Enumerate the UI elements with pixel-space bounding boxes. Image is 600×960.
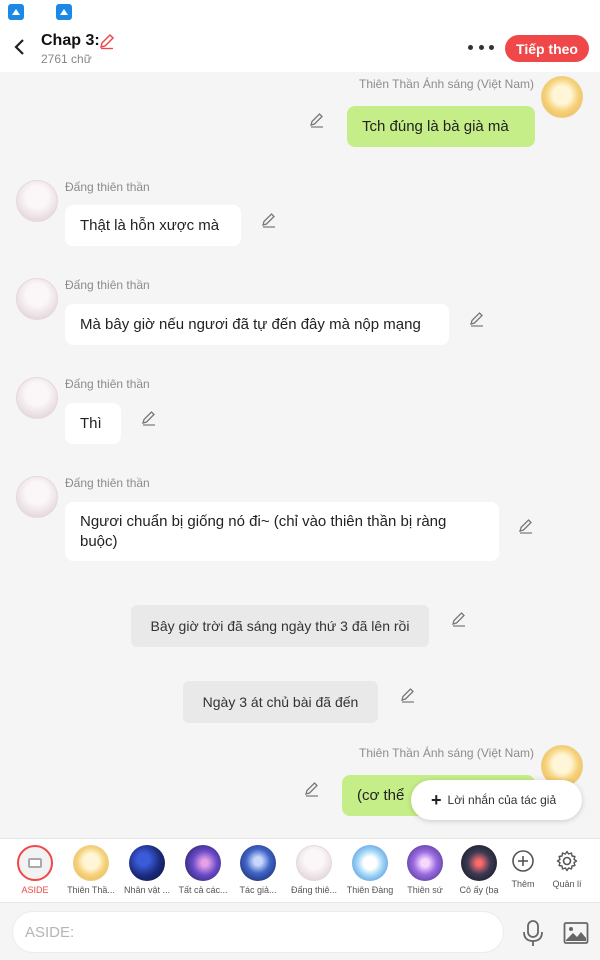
narration-text: Ngày 3 át chủ bài đã đến	[202, 694, 359, 710]
plus-icon: +	[431, 790, 442, 810]
character-item[interactable]: Thiên Đàng	[342, 845, 398, 899]
dot-icon	[468, 44, 473, 50]
message-text: Thật là hỗn xược mà	[80, 216, 220, 234]
character-avatar	[461, 845, 497, 881]
character-item[interactable]: Tất cả các...	[175, 845, 231, 899]
dot-icon	[489, 44, 494, 50]
character-item[interactable]: Thiên sứ	[397, 845, 453, 899]
app-notification-icon	[56, 4, 72, 20]
character-avatar	[129, 845, 165, 881]
chapter-title: Chap 3:	[41, 32, 100, 49]
microphone-icon[interactable]	[522, 919, 544, 947]
manage-button[interactable]: Quản lí	[539, 845, 595, 899]
character-label: ASIDE	[21, 885, 49, 895]
top-bar: Chap 3: 2761 chữ Tiếp theo	[0, 24, 600, 72]
input-bar	[0, 902, 600, 960]
character-label: Nhân vật ...	[123, 885, 171, 895]
status-bar	[0, 0, 600, 24]
message-text: Tch đúng là bà già mà	[362, 117, 509, 135]
sender-name: Thiên Thần Ánh sáng (Việt Nam)	[359, 77, 534, 91]
dot-icon	[478, 44, 484, 50]
character-avatar	[407, 845, 443, 881]
message-text: (cơ thể	[357, 786, 405, 804]
narration-text: Bây giờ trời đã sáng ngày thứ 3 đã lên r…	[150, 618, 410, 634]
character-label: Tác giả...	[239, 885, 277, 895]
edit-pencil-icon[interactable]	[517, 517, 535, 535]
message-bubble[interactable]: Ngươi chuẩn bị giống nó đi~ (chỉ vào thi…	[65, 502, 499, 561]
sender-name: Thiên Thần Ánh sáng (Việt Nam)	[359, 746, 534, 760]
next-chapter-button[interactable]: Tiếp theo	[505, 35, 589, 62]
add-circle-icon	[512, 850, 534, 872]
image-icon[interactable]	[563, 921, 589, 945]
narration-bubble[interactable]: Bây giờ trời đã sáng ngày thứ 3 đã lên r…	[131, 605, 429, 647]
character-label: Thiên sứ	[407, 885, 443, 895]
sender-name: Đấng thiên thần	[65, 476, 150, 490]
app-notification-icon	[8, 4, 24, 20]
message-bubble[interactable]: Tch đúng là bà già mà	[347, 106, 535, 147]
edit-pencil-icon[interactable]	[260, 211, 278, 229]
character-label: Tất cả các...	[178, 885, 228, 895]
character-item[interactable]: Thiên Thầ...	[63, 845, 119, 899]
character-label: Thiên Đàng	[346, 885, 394, 895]
character-avatar	[296, 845, 332, 881]
edit-pencil-icon[interactable]	[308, 111, 326, 129]
message-input[interactable]	[12, 911, 504, 953]
character-item[interactable]: Tác giả...	[230, 845, 286, 899]
chat-area[interactable]: Thiên Thần Ánh sáng (Việt Nam) Tch đúng …	[0, 72, 600, 838]
character-item[interactable]: Đấng thiê...	[286, 845, 342, 899]
character-item[interactable]: Nhân vật ...	[119, 845, 175, 899]
avatar[interactable]	[16, 476, 58, 518]
character-aside[interactable]: ASIDE	[7, 845, 63, 899]
edit-pencil-icon[interactable]	[450, 610, 468, 628]
chevron-left-icon	[14, 39, 24, 55]
character-avatar	[240, 845, 276, 881]
avatar[interactable]	[16, 278, 58, 320]
aside-icon	[17, 845, 53, 881]
message-bubble[interactable]: Thì	[65, 403, 121, 444]
edit-pencil-icon[interactable]	[303, 780, 321, 798]
character-bar: ASIDE Thiên Thầ... Nhân vật ... Tất cả c…	[0, 838, 600, 902]
edit-pencil-icon[interactable]	[468, 310, 486, 328]
edit-title-pencil-icon[interactable]	[98, 32, 116, 50]
message-bubble[interactable]: Mà bây giờ nếu ngươi đã tự đến đây mà nộ…	[65, 304, 449, 345]
message-text: Thì	[80, 414, 102, 432]
gear-icon	[556, 850, 578, 872]
edit-pencil-icon[interactable]	[399, 686, 417, 704]
character-avatar	[73, 845, 109, 881]
sender-name: Đấng thiên thần	[65, 278, 150, 292]
more-options-button[interactable]	[468, 38, 494, 56]
character-label: Đấng thiê...	[290, 885, 338, 895]
narration-bubble[interactable]: Ngày 3 át chủ bài đã đến	[183, 681, 378, 723]
sender-name: Đấng thiên thần	[65, 180, 150, 194]
character-label: Thiên Thầ...	[67, 885, 115, 895]
avatar[interactable]	[541, 76, 583, 118]
sender-name: Đấng thiên thần	[65, 377, 150, 391]
manage-label: Quản lí	[552, 879, 582, 889]
author-note-button[interactable]: + Lời nhắn của tác giả	[411, 780, 582, 820]
back-button[interactable]	[8, 34, 30, 60]
character-avatar	[185, 845, 221, 881]
avatar[interactable]	[16, 377, 58, 419]
avatar[interactable]	[16, 180, 58, 222]
message-text: Mà bây giờ nếu ngươi đã tự đến đây mà nộ…	[80, 315, 421, 333]
character-avatar	[352, 845, 388, 881]
edit-pencil-icon[interactable]	[140, 409, 158, 427]
author-note-label: Lời nhắn của tác giả	[447, 793, 557, 807]
message-text: Ngươi chuẩn bị giống nó đi~ (chỉ vào thi…	[80, 512, 447, 550]
word-count: 2761 chữ	[41, 52, 92, 66]
message-bubble[interactable]: Thật là hỗn xược mà	[65, 205, 241, 246]
